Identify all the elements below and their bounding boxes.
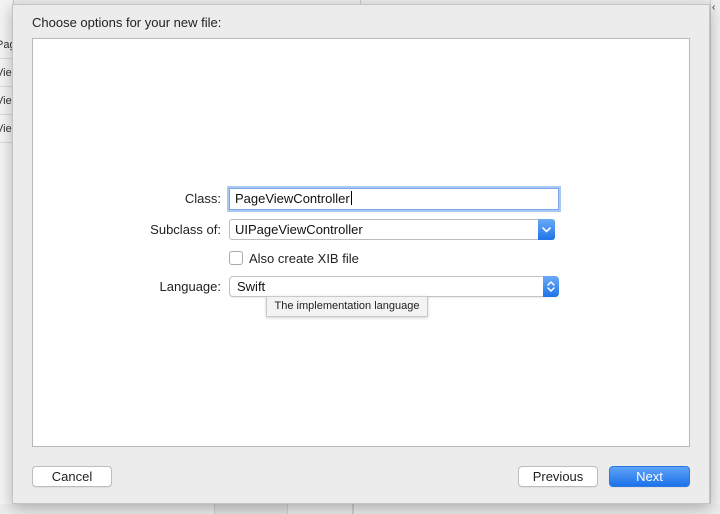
language-label: Language: — [159, 279, 221, 294]
background-segment — [214, 504, 288, 514]
background-bottom-bar — [0, 504, 720, 514]
class-name-input[interactable]: PageViewController — [229, 188, 559, 210]
previous-button[interactable]: Previous — [518, 466, 598, 487]
xib-checkbox-label[interactable]: Also create XIB file — [249, 251, 359, 266]
cancel-button[interactable]: Cancel — [32, 466, 112, 487]
up-down-chevron-icon — [547, 281, 555, 292]
background-right-panel: ‹ — [710, 0, 720, 514]
subclass-combo-box[interactable]: UIPageViewController — [229, 219, 555, 240]
sheet-title: Choose options for your new file: — [32, 15, 222, 30]
new-file-options-sheet: Choose options for your new file: Class:… — [12, 4, 710, 504]
subclass-value: UIPageViewController — [235, 222, 363, 237]
next-button[interactable]: Next — [609, 466, 690, 487]
text-caret — [350, 191, 352, 205]
language-popup-arrows[interactable] — [543, 276, 559, 297]
language-popup-button[interactable]: Swift — [229, 276, 559, 297]
chevron-down-icon — [542, 226, 551, 232]
options-panel: Class: PageViewController Subclass of: U… — [32, 38, 690, 447]
background-divider — [352, 504, 354, 514]
language-tooltip: The implementation language — [266, 296, 428, 317]
subclass-label: Subclass of: — [150, 222, 221, 237]
xib-checkbox[interactable] — [229, 251, 243, 265]
subclass-dropdown-button[interactable] — [538, 219, 555, 240]
chevron-left-icon[interactable]: ‹ — [712, 2, 715, 13]
language-value: Swift — [237, 279, 266, 294]
class-name-value: PageViewController — [235, 191, 350, 206]
xib-checkbox-row[interactable]: Also create XIB file — [229, 250, 359, 266]
class-label: Class: — [184, 191, 221, 206]
